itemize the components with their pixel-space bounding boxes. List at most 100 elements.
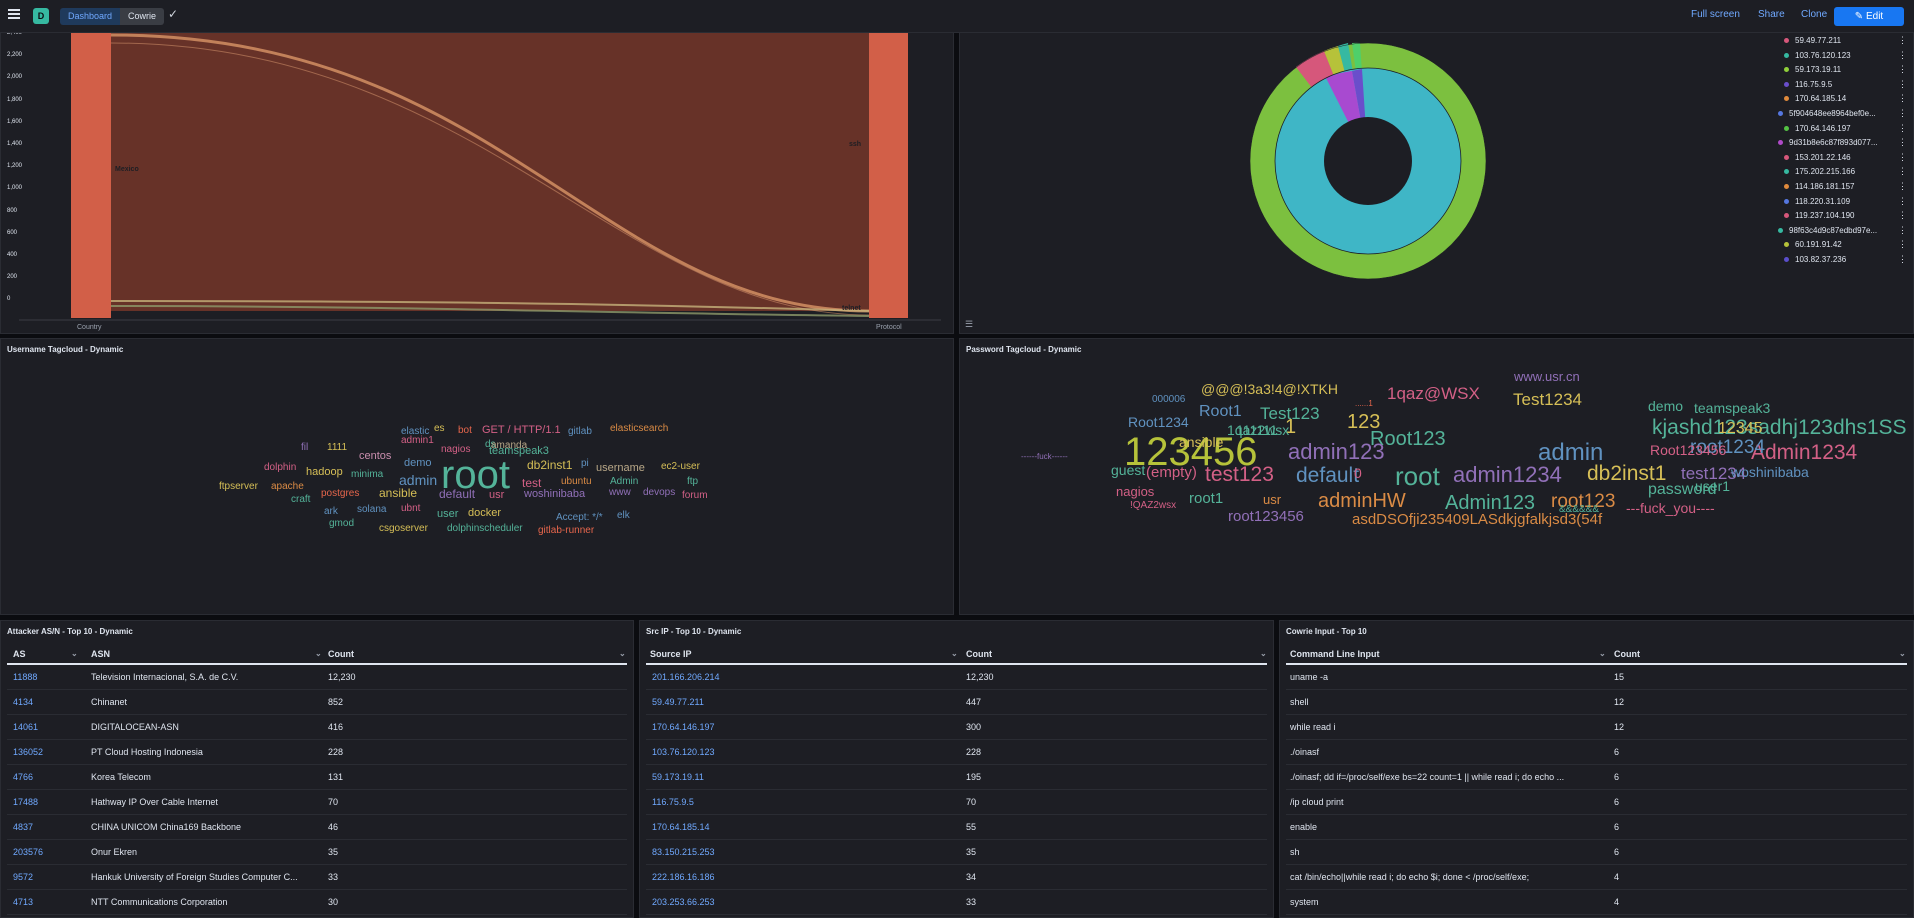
cloud-word[interactable]: root123456	[1228, 509, 1304, 524]
legend-item[interactable]: 60.191.91.42	[1784, 240, 1842, 249]
cloud-word[interactable]: nagios	[1116, 485, 1154, 498]
cloud-word[interactable]: Accept: */*	[556, 513, 603, 523]
col-header-count[interactable]: Count	[966, 649, 992, 659]
legend-item[interactable]: 98f63c4d9c87edbd97e...	[1778, 226, 1877, 235]
col-header-asn[interactable]: ASN	[91, 649, 110, 659]
cloud-word[interactable]: kjashd123sadhj123dhs1SS	[1652, 417, 1907, 438]
cloud-word[interactable]: solana	[357, 505, 386, 515]
cloud-word[interactable]: pi	[581, 459, 589, 469]
chevron-down-icon[interactable]: ⌄	[1899, 649, 1906, 658]
kebab-menu-icon[interactable]: ⋮	[1898, 254, 1907, 265]
cloud-word[interactable]: db2inst1	[527, 459, 572, 471]
cloud-word[interactable]: Root1	[1199, 404, 1242, 420]
kebab-menu-icon[interactable]: ⋮	[1898, 64, 1907, 75]
source-ip-link[interactable]: 103.76.120.123	[652, 747, 715, 757]
kebab-menu-icon[interactable]: ⋮	[1898, 239, 1907, 250]
cloud-word[interactable]: elk	[617, 511, 630, 521]
cloud-word[interactable]: username	[596, 463, 645, 474]
source-ip-link[interactable]: 203.253.66.253	[652, 897, 715, 907]
cloud-word[interactable]: devops	[643, 488, 675, 498]
kebab-menu-icon[interactable]: ⋮	[1898, 152, 1907, 163]
chevron-down-icon[interactable]: ⌄	[951, 649, 958, 658]
cloud-word[interactable]: (empty)	[1146, 465, 1197, 480]
cloud-word[interactable]: gitlab	[568, 427, 592, 437]
cloud-word[interactable]: nagios	[441, 445, 470, 455]
cloud-word[interactable]: adminHW	[1318, 491, 1406, 511]
clone-button[interactable]: Clone	[1801, 9, 1827, 20]
cloud-word[interactable]: !QAZ2wsx	[1130, 501, 1176, 511]
as-number-link[interactable]: 136052	[13, 747, 43, 757]
cloud-word[interactable]: ---fuck_you----	[1626, 501, 1715, 515]
cloud-word[interactable]: GET / HTTP/1.1	[482, 425, 561, 436]
col-header-command[interactable]: Command Line Input	[1290, 649, 1380, 659]
cloud-word[interactable]: ansible	[1179, 435, 1223, 449]
cloud-word[interactable]: Root123456	[1650, 443, 1726, 457]
cloud-word[interactable]: dolphinscheduler	[447, 524, 523, 534]
cloud-word[interactable]: Admin	[610, 477, 638, 487]
legend-item[interactable]: 103.82.37.236	[1784, 255, 1846, 264]
chevron-down-icon[interactable]: ⌄	[1260, 649, 1267, 658]
cloud-word[interactable]: forum	[682, 491, 708, 501]
as-number-link[interactable]: 4134	[13, 697, 33, 707]
cloud-word[interactable]: www	[609, 488, 631, 498]
breadcrumb-dashboard[interactable]: Dashboard	[60, 8, 121, 25]
legend-item[interactable]: 153.201.22.146	[1784, 153, 1851, 162]
cloud-word[interactable]: ec2-user	[661, 462, 700, 472]
legend-item[interactable]: 9d31b8e6c87f893d077...	[1778, 138, 1878, 147]
cloud-word[interactable]: default	[1296, 465, 1359, 486]
source-ip-link[interactable]: 201.166.206.214	[652, 672, 720, 682]
cloud-word[interactable]: gitlab-runner	[538, 526, 594, 536]
source-ip-link[interactable]: 59.49.77.211	[652, 697, 704, 707]
chevron-down-icon[interactable]: ⌄	[1599, 649, 1606, 658]
cloud-word[interactable]: bot	[458, 426, 472, 436]
cloud-word[interactable]: woshinibaba	[1731, 465, 1809, 479]
legend-item[interactable]: 118.220.31.109	[1784, 197, 1850, 206]
source-ip-link[interactable]: 83.150.215.253	[652, 847, 715, 857]
cloud-word[interactable]: docker	[468, 508, 501, 519]
as-number-link[interactable]: 14061	[13, 722, 38, 732]
cloud-word[interactable]: woshinibaba	[524, 489, 585, 500]
cloud-word[interactable]: 12345	[1718, 421, 1763, 437]
cloud-word[interactable]: demo	[1648, 399, 1683, 413]
legend-item[interactable]: 170.64.146.197	[1784, 124, 1851, 133]
as-number-link[interactable]: 4713	[13, 897, 33, 907]
cloud-word[interactable]: demo	[404, 458, 432, 469]
source-ip-link[interactable]: 222.186.16.186	[652, 872, 715, 882]
cloud-word[interactable]: Admin1234	[1751, 442, 1857, 463]
cloud-word[interactable]: apache	[271, 482, 304, 492]
kebab-menu-icon[interactable]: ⋮	[1898, 35, 1907, 46]
legend-item[interactable]: 175.202.215.166	[1784, 167, 1855, 176]
source-ip-link[interactable]: 170.64.146.197	[652, 722, 715, 732]
col-header-as[interactable]: AS	[13, 649, 26, 659]
legend-item[interactable]: 119.237.104.190	[1784, 211, 1854, 220]
cloud-word[interactable]: admin1234	[1453, 464, 1562, 486]
space-avatar[interactable]: D	[33, 8, 49, 24]
cloud-word[interactable]: default	[439, 488, 475, 500]
cloud-word[interactable]: admin	[399, 473, 437, 487]
cloud-word[interactable]: root	[1395, 463, 1440, 489]
cloud-word[interactable]: 1111	[327, 443, 347, 453]
cloud-word[interactable]: es	[434, 424, 445, 434]
menu-icon[interactable]	[8, 9, 20, 19]
kebab-menu-icon[interactable]: ⋮	[1898, 108, 1907, 119]
source-ip-link[interactable]: 59.173.19.11	[652, 772, 704, 782]
kebab-menu-icon[interactable]: ⋮	[1898, 50, 1907, 61]
col-header-source-ip[interactable]: Source IP	[650, 649, 692, 659]
cloud-word[interactable]: ------fuck------	[1021, 453, 1068, 461]
cloud-word[interactable]: user	[437, 509, 458, 520]
cloud-word[interactable]: 0	[1354, 466, 1362, 480]
as-number-link[interactable]: 11888	[13, 672, 37, 682]
cloud-word[interactable]: admin1	[401, 436, 434, 446]
cloud-word[interactable]: teamspeak3	[1694, 401, 1770, 415]
cloud-word[interactable]: ubnt	[401, 504, 420, 514]
cloud-word[interactable]: centos	[359, 451, 391, 462]
cloud-word[interactable]: user1	[1695, 479, 1730, 493]
cloud-word[interactable]: ansible	[379, 487, 417, 499]
kebab-menu-icon[interactable]: ⋮	[1898, 196, 1907, 207]
cloud-word[interactable]: @@@!3a3!4@!XTKH	[1201, 382, 1338, 396]
cloud-word[interactable]: usr	[1263, 493, 1281, 506]
cloud-word[interactable]: ......1	[1355, 400, 1373, 408]
as-number-link[interactable]: 4837	[13, 822, 33, 832]
source-ip-link[interactable]: 116.75.9.5	[652, 797, 694, 807]
kebab-menu-icon[interactable]: ⋮	[1898, 137, 1907, 148]
